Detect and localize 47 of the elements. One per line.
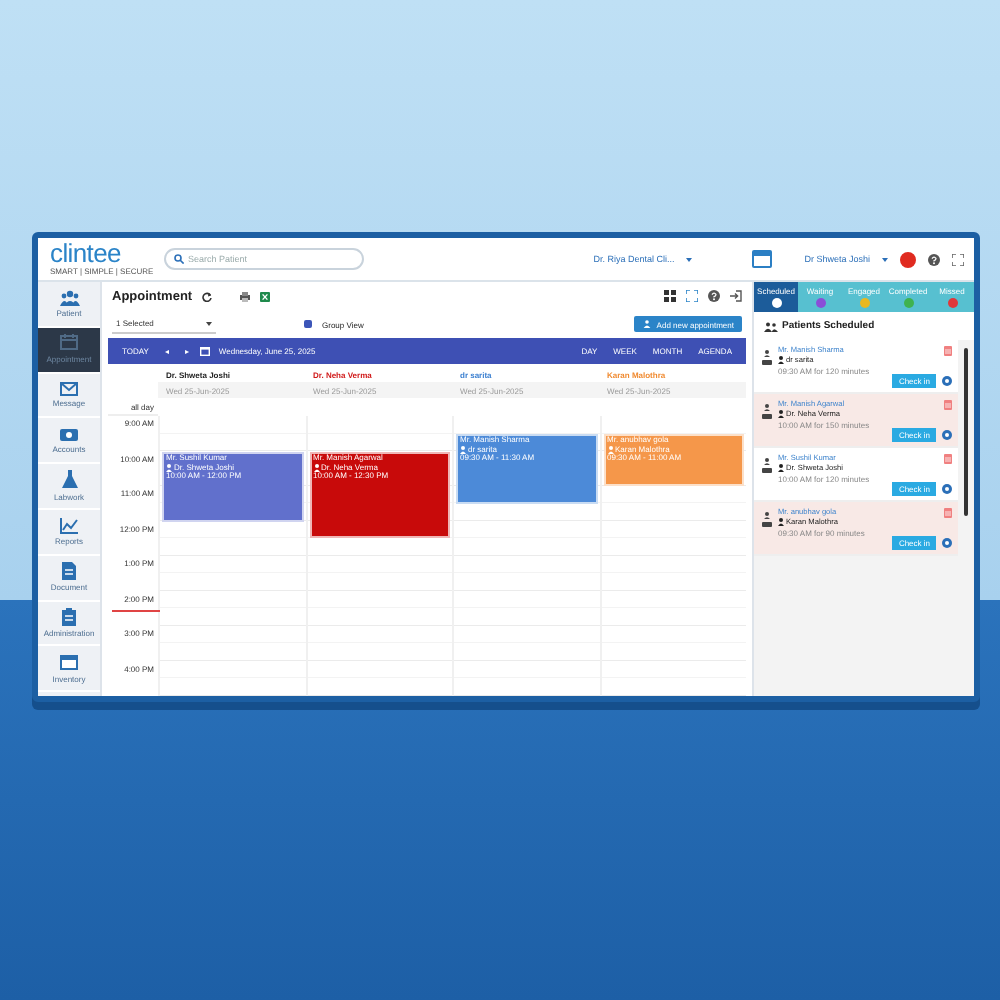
group-view-checkbox[interactable] bbox=[304, 320, 312, 328]
person-icon bbox=[778, 464, 784, 472]
caret-icon bbox=[882, 257, 888, 261]
patient-icon bbox=[762, 458, 772, 474]
current-time-line bbox=[112, 610, 160, 612]
patient-icon bbox=[762, 404, 772, 420]
caret-icon bbox=[686, 257, 693, 261]
grid-icon[interactable] bbox=[664, 290, 676, 302]
fullscreen-icon[interactable] bbox=[686, 290, 698, 302]
person-icon bbox=[460, 446, 466, 455]
settings-icon[interactable] bbox=[942, 484, 952, 494]
calendar-icon bbox=[60, 334, 78, 351]
person-icon bbox=[778, 518, 784, 526]
help-icon[interactable] bbox=[708, 290, 720, 302]
expand-icon[interactable] bbox=[952, 253, 964, 265]
settings-icon[interactable] bbox=[942, 538, 952, 548]
print-icon[interactable] bbox=[240, 291, 251, 301]
people-icon bbox=[642, 320, 653, 328]
clipboard-icon bbox=[62, 607, 76, 626]
avatar[interactable] bbox=[900, 251, 916, 267]
envelope-icon bbox=[60, 381, 78, 396]
logo: clintee bbox=[50, 242, 123, 266]
people-icon bbox=[59, 289, 79, 306]
person-icon bbox=[313, 463, 319, 472]
patient-icon bbox=[762, 512, 772, 528]
settings-icon[interactable] bbox=[942, 430, 952, 440]
calendar-icon bbox=[60, 654, 78, 671]
calendar-icon[interactable] bbox=[752, 250, 773, 268]
document-icon bbox=[62, 561, 76, 580]
person-icon bbox=[778, 410, 784, 418]
person-icon bbox=[778, 356, 784, 364]
search-icon bbox=[174, 254, 184, 264]
person-icon bbox=[607, 446, 613, 455]
settings-icon[interactable] bbox=[942, 376, 952, 386]
chart-icon bbox=[60, 517, 78, 534]
banknote-icon bbox=[60, 427, 78, 442]
flask-icon bbox=[61, 470, 77, 489]
people-icon bbox=[764, 321, 778, 331]
caret-icon bbox=[206, 321, 212, 325]
spreadsheet-icon[interactable] bbox=[260, 291, 271, 301]
scrollbar[interactable] bbox=[964, 348, 968, 516]
logout-icon[interactable] bbox=[730, 290, 742, 302]
person-icon bbox=[166, 463, 172, 472]
calendar-icon[interactable] bbox=[200, 346, 211, 356]
help-icon[interactable] bbox=[928, 253, 940, 265]
patient-icon bbox=[762, 350, 772, 366]
refresh-icon[interactable] bbox=[202, 291, 213, 301]
